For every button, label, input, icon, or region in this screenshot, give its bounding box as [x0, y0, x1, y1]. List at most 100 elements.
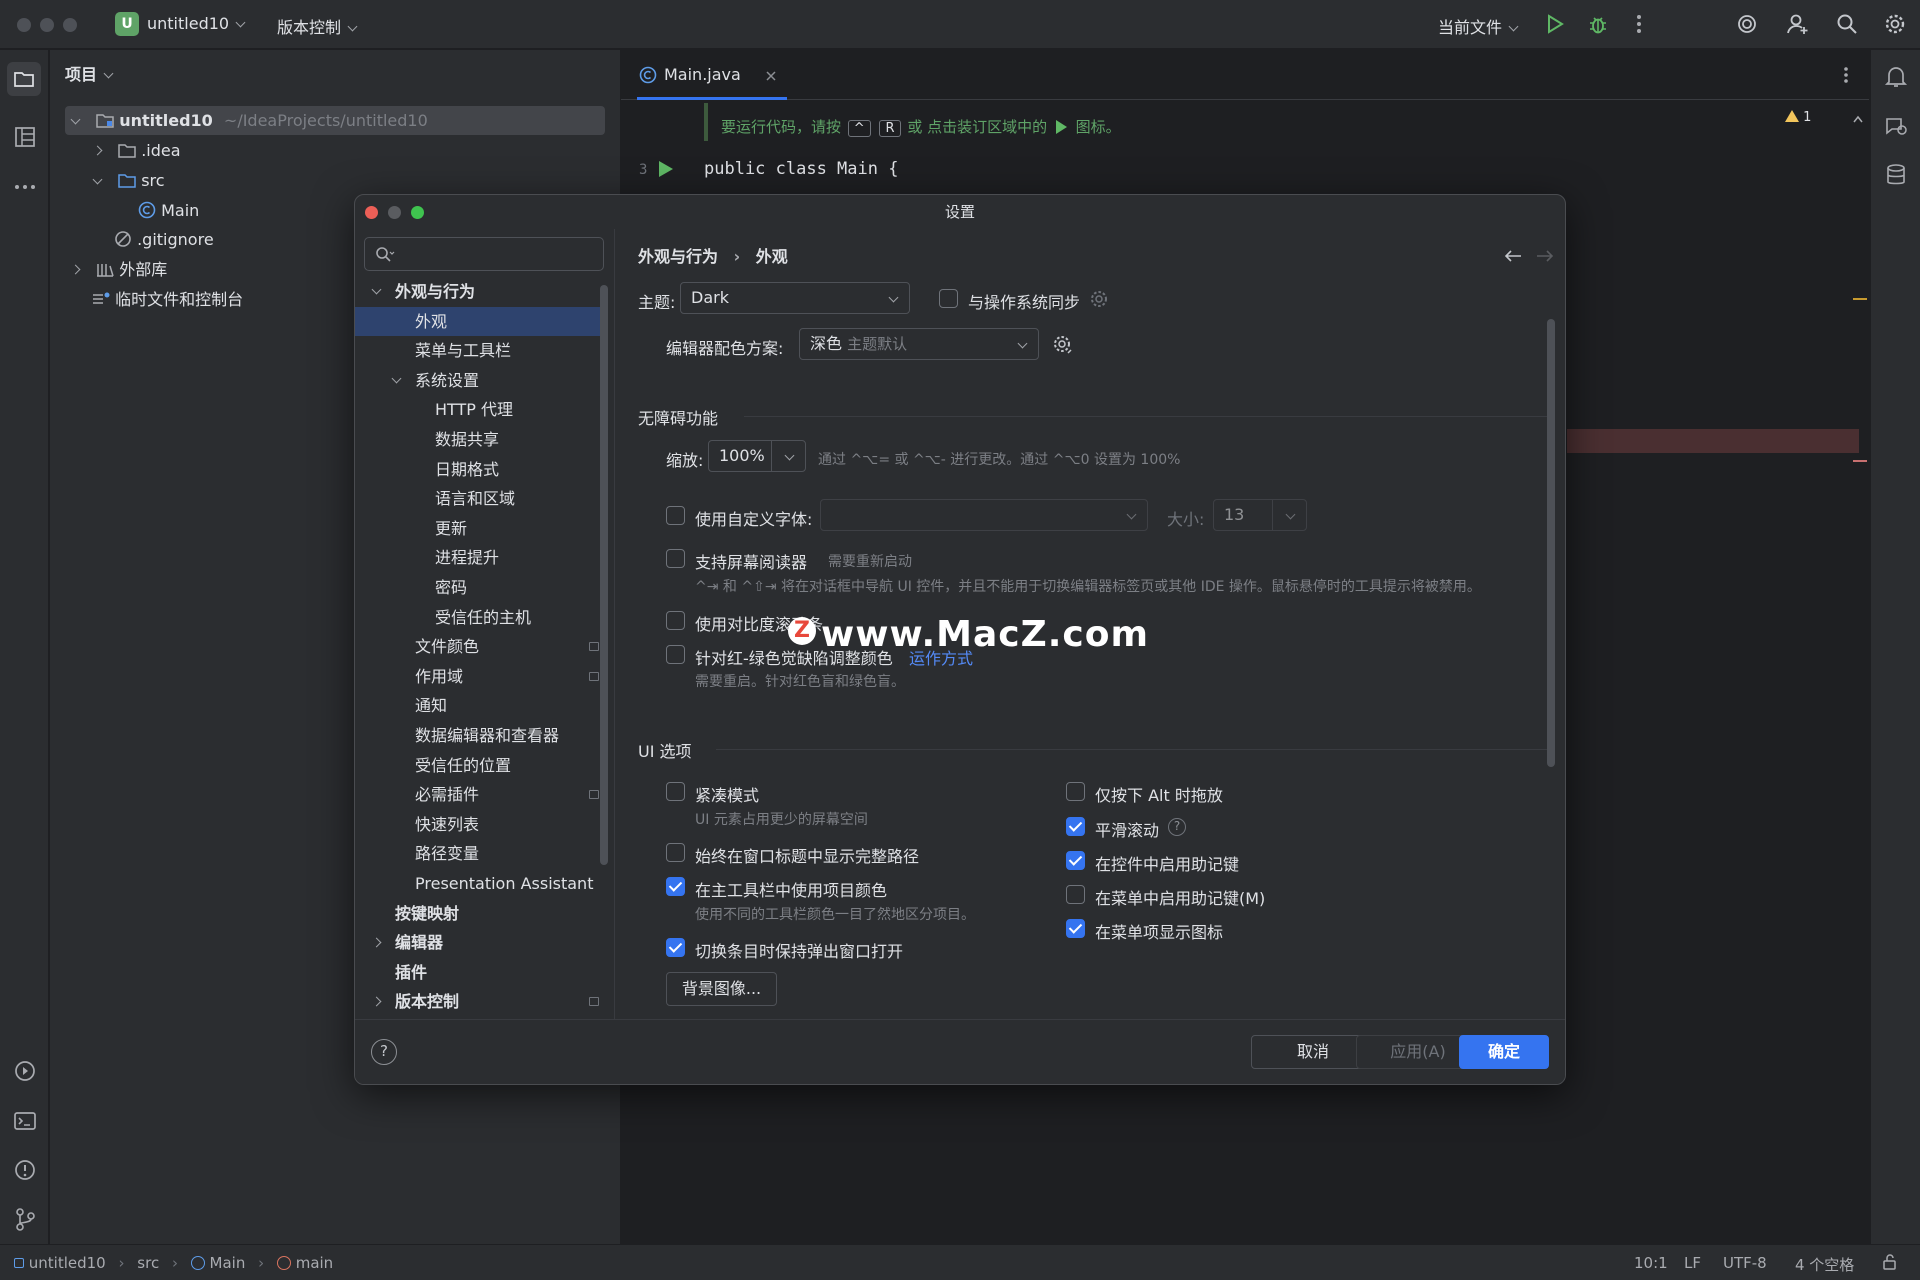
settings-nav-item[interactable]: HTTP 代理	[355, 395, 603, 424]
tree-root-row[interactable]: untitled10 ~/IdeaProjects/untitled10	[70, 108, 428, 134]
full-path-checkbox[interactable]	[666, 843, 685, 862]
settings-nav-item[interactable]: 快速列表	[355, 810, 603, 839]
settings-nav-item[interactable]: 插件	[355, 958, 603, 987]
settings-nav-item[interactable]: 密码	[355, 573, 603, 602]
settings-nav-item[interactable]: 必需插件	[355, 780, 603, 809]
content-scrollbar[interactable]	[1547, 319, 1555, 767]
settings-nav-item[interactable]: 文件颜色	[355, 632, 603, 661]
tree-item-gitignore[interactable]: .gitignore	[114, 227, 214, 253]
mnemonic-menu-checkbox[interactable]	[1066, 885, 1085, 904]
editor-tab-main[interactable]: Main.java	[637, 50, 787, 100]
help-icon[interactable]: ?	[371, 1039, 397, 1065]
settings-nav-item[interactable]: 受信任的位置	[355, 751, 603, 780]
settings-nav-item[interactable]: 编辑器	[355, 928, 603, 957]
run-config-selector[interactable]: 当前文件	[1438, 14, 1519, 38]
settings-nav-item[interactable]: 日期格式	[355, 455, 603, 484]
settings-nav-item[interactable]: 进程提升	[355, 543, 603, 572]
vcs-menu[interactable]: 版本控制	[277, 14, 358, 38]
minimize-window-button[interactable]	[40, 18, 54, 32]
crumb-class[interactable]: Main	[210, 1254, 246, 1272]
collapse-arrow-icon[interactable]	[371, 937, 382, 948]
smooth-scroll-checkbox[interactable]	[1066, 817, 1085, 836]
menu-icons-checkbox[interactable]	[1066, 919, 1085, 938]
warning-indicator[interactable]: 1	[1785, 110, 1811, 125]
add-user-icon[interactable]	[1786, 13, 1810, 35]
tree-item-src[interactable]: src	[92, 168, 165, 194]
settings-nav-item[interactable]: Presentation Assistant	[355, 869, 603, 898]
project-color-checkbox[interactable]	[666, 877, 685, 896]
back-arrow-icon[interactable]	[1504, 249, 1522, 263]
smooth-scroll-help-icon[interactable]: ?	[1168, 818, 1186, 836]
crumb-project[interactable]: untitled10	[29, 1254, 106, 1272]
run-icon[interactable]	[1545, 14, 1565, 34]
database-icon[interactable]	[1883, 162, 1909, 188]
structure-icon[interactable]	[12, 124, 38, 150]
sync-os-settings-icon[interactable]	[1089, 289, 1109, 309]
line-ending[interactable]: LF	[1684, 1254, 1701, 1272]
custom-font-checkbox[interactable]	[666, 506, 685, 525]
expand-arrow-icon[interactable]	[371, 284, 382, 295]
settings-gear-icon[interactable]	[1884, 13, 1906, 35]
services-icon[interactable]	[12, 1058, 38, 1084]
search-icon[interactable]	[1836, 13, 1858, 35]
colorblind-checkbox[interactable]	[666, 645, 685, 664]
settings-nav-item[interactable]: 作用域	[355, 662, 603, 691]
custom-font-dropdown[interactable]	[820, 499, 1148, 531]
sync-os-checkbox[interactable]	[939, 289, 958, 308]
tree-item-scratches[interactable]: 临时文件和控制台	[92, 287, 243, 313]
settings-nav-item[interactable]: 系统设置	[355, 366, 603, 395]
settings-nav-item[interactable]: 菜单与工具栏	[355, 336, 603, 365]
compact-mode-checkbox[interactable]	[666, 782, 685, 801]
code-line[interactable]: public class Main {	[704, 159, 898, 179]
forward-arrow-icon[interactable]	[1536, 249, 1554, 263]
run-gutter-icon[interactable]	[659, 161, 673, 177]
settings-search-field[interactable]	[364, 237, 604, 271]
nav-scrollbar[interactable]	[600, 285, 608, 865]
settings-search-input[interactable]	[399, 243, 589, 265]
lock-icon[interactable]	[1882, 1254, 1898, 1270]
problems-icon[interactable]	[12, 1157, 38, 1183]
collapse-arrow-icon[interactable]	[371, 996, 382, 1007]
settings-nav-item[interactable]: 语言和区域	[355, 484, 603, 513]
zoom-dropdown[interactable]: 100%	[708, 440, 806, 472]
settings-nav-item[interactable]: 通知	[355, 691, 603, 720]
theme-dropdown[interactable]: Dark	[680, 282, 910, 314]
close-window-button[interactable]	[17, 18, 31, 32]
debug-icon[interactable]	[1587, 14, 1609, 36]
settings-nav-item[interactable]: 受信任的主机	[355, 603, 603, 632]
font-size-dropdown[interactable]: 13	[1213, 499, 1307, 531]
project-tool-button[interactable]	[7, 62, 41, 96]
alt-drag-checkbox[interactable]	[1066, 782, 1085, 801]
project-switcher[interactable]: untitled10	[147, 14, 246, 33]
mnemonic-controls-checkbox[interactable]	[1066, 851, 1085, 870]
close-tab-icon[interactable]	[765, 70, 777, 82]
scheme-dropdown[interactable]: 深色 主题默认	[799, 328, 1039, 360]
editor-tab-options-icon[interactable]	[1843, 66, 1849, 84]
settings-nav-item[interactable]: 路径变量	[355, 839, 603, 868]
ai-chat-icon[interactable]	[1883, 114, 1909, 140]
file-encoding[interactable]: UTF-8	[1723, 1254, 1767, 1272]
git-icon[interactable]	[12, 1206, 38, 1232]
breadcrumb-parent[interactable]: 外观与行为	[638, 247, 718, 266]
indent-setting[interactable]: 4 个空格	[1795, 1254, 1854, 1275]
settings-nav-item[interactable]: 数据编辑器和查看器	[355, 721, 603, 750]
terminal-icon[interactable]	[12, 1108, 38, 1134]
crumb-src[interactable]: src	[137, 1254, 159, 1272]
prev-highlight-icon[interactable]	[1853, 115, 1863, 123]
ok-button[interactable]: 确定	[1459, 1035, 1549, 1069]
zoom-window-button[interactable]	[63, 18, 77, 32]
settings-nav-item[interactable]: 外观与行为	[355, 277, 603, 306]
scheme-settings-icon[interactable]	[1052, 334, 1074, 356]
settings-nav-item[interactable]: 版本控制	[355, 987, 603, 1016]
expand-arrow-icon[interactable]	[391, 373, 402, 384]
project-panel-title[interactable]: 项目	[65, 62, 114, 88]
more-tools-icon[interactable]	[12, 174, 38, 200]
settings-nav-item[interactable]: 更新	[355, 514, 603, 543]
caret-position[interactable]: 10:1	[1634, 1254, 1668, 1272]
crumb-method[interactable]: main	[296, 1254, 333, 1272]
settings-nav-item[interactable]: 按键映射	[355, 899, 603, 928]
settings-nav-item[interactable]: 数据共享	[355, 425, 603, 454]
background-image-button[interactable]: 背景图像...	[666, 972, 777, 1006]
colorblind-help-link[interactable]: 运作方式	[909, 645, 973, 669]
tree-item-main[interactable]: Main	[138, 198, 199, 224]
